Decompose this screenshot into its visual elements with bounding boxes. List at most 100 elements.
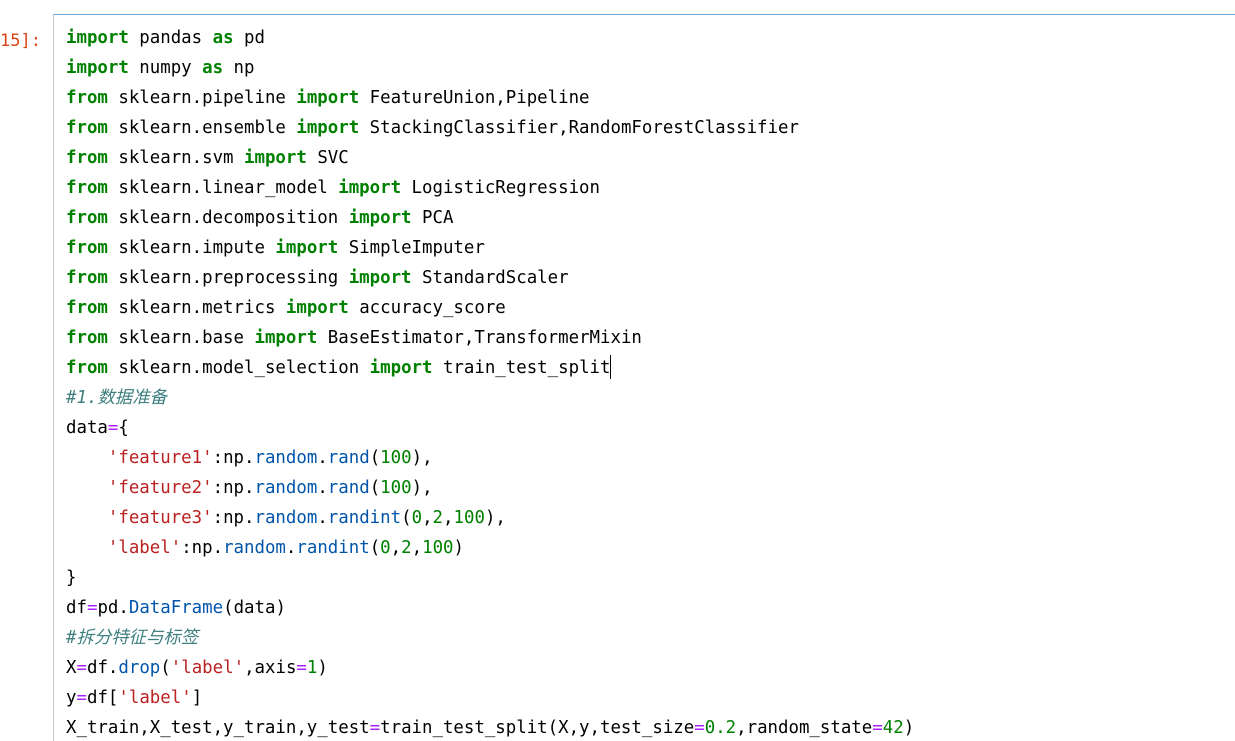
code-line[interactable]: #拆分特征与标签	[66, 623, 914, 653]
attribute-token: randint	[327, 508, 402, 528]
keyword-token: import	[338, 178, 402, 198]
code-token: ,	[411, 538, 423, 558]
attribute-token: rand	[327, 478, 370, 498]
code-line[interactable]: from sklearn.linear_model import Logisti…	[66, 173, 914, 203]
code-line[interactable]: 'feature3':np.random.randint(0,2,100),	[66, 503, 914, 533]
code-token: ,axis	[244, 658, 297, 678]
code-token: sklearn.metrics	[107, 298, 286, 318]
code-line[interactable]: import pandas as pd	[66, 23, 914, 53]
keyword-token: from	[66, 238, 108, 258]
code-line[interactable]: from sklearn.ensemble import StackingCla…	[66, 113, 914, 143]
code-token: :np.	[212, 448, 255, 468]
code-token: {	[118, 418, 129, 438]
keyword-token: from	[66, 208, 108, 228]
code-line[interactable]: X=df.drop('label',axis=1)	[66, 653, 914, 683]
code-line[interactable]: from sklearn.svm import SVC	[66, 143, 914, 173]
code-line[interactable]: X_train,X_test,y_train,y_test=train_test…	[66, 713, 914, 741]
code-line[interactable]: data={	[66, 413, 914, 443]
number-token: 0	[380, 538, 391, 558]
code-token: }	[66, 568, 77, 588]
text-cursor	[610, 355, 612, 379]
code-token: BaseEstimator,TransformerMixin	[317, 328, 642, 348]
string-token: 'label'	[107, 538, 182, 558]
code-line[interactable]: from sklearn.preprocessing import Standa…	[66, 263, 914, 293]
code-token: (	[160, 658, 171, 678]
attribute-token: drop	[118, 658, 161, 678]
number-token: 100	[380, 478, 412, 498]
operator-token: =	[296, 658, 307, 678]
code-token: df	[66, 598, 87, 618]
code-line[interactable]: from sklearn.model_selection import trai…	[66, 353, 914, 383]
code-token: )	[903, 718, 915, 738]
code-token: .	[285, 538, 297, 558]
code-line[interactable]: from sklearn.impute import SimpleImputer	[66, 233, 914, 263]
code-token: .	[317, 508, 328, 528]
code-token: X_train,X_test,y_train,y_test	[66, 718, 370, 738]
code-token: .	[317, 478, 328, 498]
keyword-token: import	[285, 298, 349, 318]
code-line[interactable]: 'feature2':np.random.rand(100),	[66, 473, 914, 503]
number-token: 2	[432, 508, 444, 528]
code-token: df.	[86, 658, 119, 678]
operator-token: =	[107, 418, 119, 438]
code-line[interactable]: df=pd.DataFrame(data)	[66, 593, 914, 623]
code-token: :np.	[181, 538, 224, 558]
number-token: 42	[882, 718, 904, 738]
attribute-token: DataFrame	[128, 598, 224, 618]
operator-token: =	[369, 718, 381, 738]
number-token: 0	[411, 508, 423, 528]
code-token: sklearn.ensemble	[107, 118, 297, 138]
code-token: )	[453, 538, 465, 558]
keyword-token: from	[66, 298, 108, 318]
code-line[interactable]: 'feature1':np.random.rand(100),	[66, 443, 914, 473]
number-token: 100	[453, 508, 485, 528]
attribute-token: randint	[296, 538, 370, 558]
code-token: SimpleImputer	[338, 238, 485, 258]
keyword-token: as	[202, 58, 224, 78]
string-token: 'feature3'	[107, 508, 213, 528]
keyword-token: from	[66, 88, 108, 108]
code-token: sklearn.pipeline	[107, 88, 297, 108]
keyword-token: import	[244, 148, 307, 168]
string-token: 'feature1'	[107, 448, 213, 468]
code-token: ,	[422, 508, 433, 528]
attribute-token: rand	[327, 448, 370, 468]
keyword-token: from	[66, 268, 108, 288]
code-token: sklearn.linear_model	[107, 178, 339, 198]
code-token: SVC	[306, 148, 349, 168]
code-token: data	[66, 418, 108, 438]
code-line[interactable]: y=df['label']	[66, 683, 914, 713]
code-token: ,random_state	[736, 718, 873, 738]
code-line[interactable]: from sklearn.decomposition import PCA	[66, 203, 914, 233]
code-line[interactable]: from sklearn.metrics import accuracy_sco…	[66, 293, 914, 323]
code-line[interactable]: #1.数据准备	[66, 383, 914, 413]
number-token: 1	[306, 658, 318, 678]
code-line[interactable]: import numpy as np	[66, 53, 914, 83]
number-token: 100	[422, 538, 454, 558]
code-content[interactable]: import pandas as pd import numpy as np fro…	[66, 23, 914, 741]
code-token: (	[369, 538, 381, 558]
code-token: sklearn.decomposition	[107, 208, 349, 228]
code-token: sklearn.impute	[107, 238, 276, 258]
code-token: StackingClassifier,RandomForestClassifie…	[359, 118, 799, 138]
operator-token: =	[76, 658, 87, 678]
code-token: X	[66, 658, 77, 678]
code-line[interactable]: }	[66, 563, 914, 593]
keyword-token: from	[66, 148, 108, 168]
operator-token: =	[872, 718, 883, 738]
operator-token: =	[86, 598, 98, 618]
comment-token: #拆分特征与标签	[66, 628, 199, 648]
code-token: pandas	[128, 28, 213, 48]
code-token: train_test_split	[432, 358, 611, 378]
code-line[interactable]: 'label':np.random.randint(0,2,100)	[66, 533, 914, 563]
string-token: 'label'	[118, 688, 192, 708]
code-token: :np.	[212, 478, 255, 498]
code-line[interactable]: from sklearn.base import BaseEstimator,T…	[66, 323, 914, 353]
code-line[interactable]: from sklearn.pipeline import FeatureUnio…	[66, 83, 914, 113]
keyword-token: from	[66, 358, 108, 378]
keyword-token: from	[66, 328, 108, 348]
